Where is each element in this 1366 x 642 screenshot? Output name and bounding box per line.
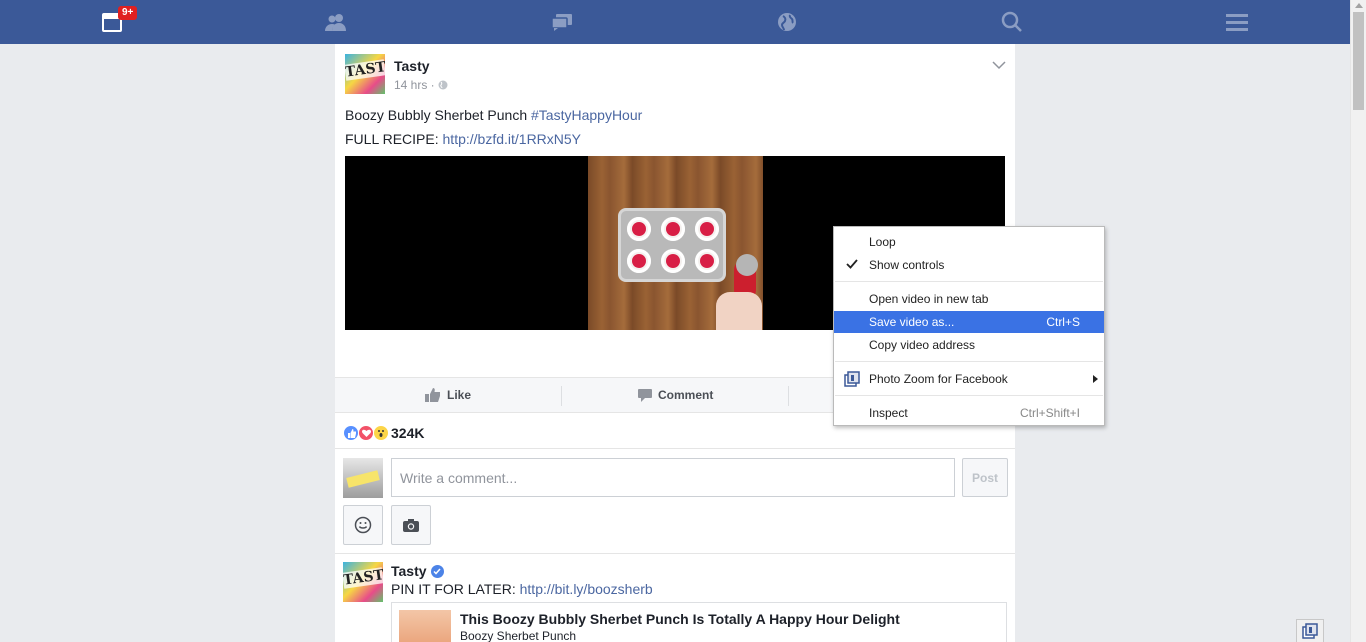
menu-item-label: Photo Zoom for Facebook	[869, 372, 1008, 386]
photo-button[interactable]	[391, 505, 431, 545]
menu-separator	[835, 361, 1103, 362]
avatar-logo-text: TASTY	[343, 565, 383, 589]
submenu-arrow-icon	[1093, 375, 1098, 383]
photo-zoom-extension-icon	[844, 371, 860, 387]
post-author[interactable]: Tasty	[394, 58, 430, 74]
thumbs-up-icon	[425, 388, 440, 402]
menu-item-show-controls[interactable]: Show controls	[834, 254, 1104, 276]
menu-item-label: Show controls	[869, 258, 945, 272]
menu-separator	[835, 281, 1103, 282]
hashtag-link[interactable]: #TastyHappyHour	[531, 107, 642, 123]
checkmark-icon	[846, 259, 858, 269]
emoji-button[interactable]	[343, 505, 383, 545]
verified-badge-icon	[430, 564, 444, 578]
video-context-menu: Loop Show controls Open video in new tab…	[833, 226, 1105, 426]
like-label: Like	[447, 388, 472, 402]
messages-icon	[551, 14, 572, 31]
menu-item-loop[interactable]: Loop	[834, 231, 1104, 253]
shared-text-label: PIN IT FOR LATER:	[391, 581, 520, 597]
shared-page-avatar[interactable]: TASTY	[343, 562, 383, 602]
menu-icon	[1226, 14, 1248, 31]
menu-item-label: Loop	[869, 235, 896, 249]
menu-item-label: Inspect	[869, 406, 908, 420]
friends-icon	[325, 14, 346, 31]
user-avatar[interactable]	[343, 458, 383, 498]
friends-nav-button[interactable]	[306, 0, 366, 44]
link-card-title[interactable]: This Boozy Bubbly Sherbet Punch Is Total…	[460, 611, 900, 627]
recipe-label: FULL RECIPE:	[345, 131, 443, 147]
globe-nav-button[interactable]	[757, 0, 817, 44]
photo-zoom-corner-button[interactable]	[1296, 619, 1324, 642]
comment-bubble-icon	[638, 388, 652, 402]
menu-item-save-video-as[interactable]: Save video as... Ctrl+S	[834, 311, 1104, 333]
page-avatar[interactable]: TASTY	[345, 54, 385, 94]
menu-separator	[835, 395, 1103, 396]
comment-button[interactable]: Comment	[638, 378, 713, 412]
like-reaction-icon	[343, 425, 359, 441]
reaction-count: 324K	[391, 425, 425, 441]
scroll-up-arrow-icon[interactable]	[1355, 3, 1363, 8]
video-frame	[588, 156, 763, 330]
globe-icon	[778, 13, 796, 31]
post-time-text: 14 hrs ·	[394, 78, 435, 92]
action-separator	[788, 386, 789, 406]
menu-item-label: Open video in new tab	[869, 292, 989, 306]
love-reaction-icon	[358, 425, 374, 441]
camera-icon	[403, 518, 419, 532]
shared-author[interactable]: Tasty	[391, 563, 444, 579]
hand	[716, 292, 762, 330]
public-globe-icon	[438, 80, 448, 90]
search-icon	[1001, 11, 1022, 32]
menu-item-shortcut: Ctrl+Shift+I	[1019, 406, 1080, 420]
menu-item-photo-zoom[interactable]: Photo Zoom for Facebook	[834, 368, 1104, 390]
comment-label: Comment	[658, 388, 714, 402]
reactions-summary[interactable]: 324K	[343, 422, 424, 444]
link-preview-card[interactable]: This Boozy Bubbly Sherbet Punch Is Total…	[391, 602, 1007, 642]
post-comment-button[interactable]: Post	[962, 458, 1008, 497]
home-nav-button[interactable]: 9+	[82, 0, 142, 44]
menu-item-copy-video-address[interactable]: Copy video address	[834, 334, 1104, 356]
divider	[335, 553, 1015, 554]
search-nav-button[interactable]	[982, 0, 1042, 44]
notification-badge: 9+	[118, 6, 138, 20]
link-card-subtitle: Boozy Sherbet Punch	[460, 629, 577, 642]
post-message: Boozy Bubbly Sherbet Punch #TastyHappyHo…	[345, 107, 642, 123]
menu-item-label: Copy video address	[869, 338, 976, 352]
menu-item-shortcut: Ctrl+S	[1046, 315, 1080, 329]
wow-reaction-icon	[373, 425, 389, 441]
photo-zoom-extension-icon	[1302, 623, 1318, 639]
shared-message: PIN IT FOR LATER: http://bit.ly/boozsher…	[391, 581, 653, 597]
comment-input[interactable]	[391, 458, 955, 497]
link-thumbnail	[399, 610, 451, 642]
menu-item-label: Save video as...	[869, 315, 955, 329]
menu-item-inspect[interactable]: Inspect Ctrl+Shift+I	[834, 402, 1104, 424]
top-nav: 9+	[0, 0, 1350, 44]
shared-link[interactable]: http://bit.ly/boozsherb	[520, 581, 653, 597]
muffin-tin	[618, 208, 726, 282]
page-scrollbar[interactable]	[1350, 0, 1366, 642]
scroll-thumb[interactable]	[1353, 12, 1364, 110]
recipe-link[interactable]: http://bzfd.it/1RRxN5Y	[443, 131, 582, 147]
like-button[interactable]: Like	[425, 378, 471, 412]
smiley-icon	[354, 516, 372, 534]
menu-nav-button[interactable]	[1207, 0, 1267, 44]
post-title-text: Boozy Bubbly Sherbet Punch	[345, 107, 532, 123]
post-options-chevron-icon[interactable]	[992, 60, 1006, 70]
scoop-head	[736, 254, 758, 276]
action-separator	[561, 386, 562, 406]
post-timestamp[interactable]: 14 hrs ·	[394, 78, 448, 92]
avatar-logo-text: TASTY	[345, 57, 385, 81]
shared-author-name: Tasty	[391, 563, 427, 579]
menu-item-open-new-tab[interactable]: Open video in new tab	[834, 288, 1104, 310]
messages-nav-button[interactable]	[532, 0, 592, 44]
divider	[335, 448, 1015, 449]
post-recipe-line: FULL RECIPE: http://bzfd.it/1RRxN5Y	[345, 131, 581, 147]
